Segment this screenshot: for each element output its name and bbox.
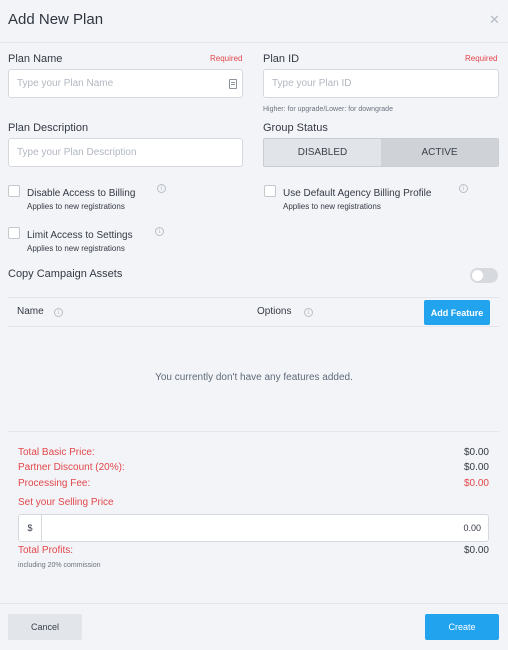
limit-settings-checkbox[interactable] <box>8 227 20 239</box>
cancel-button[interactable]: Cancel <box>8 614 82 640</box>
total-basic-value: $0.00 <box>463 447 489 458</box>
info-icon[interactable]: i <box>155 227 164 236</box>
group-status-label: Group Status <box>263 122 328 134</box>
info-icon[interactable]: i <box>157 184 166 193</box>
partner-discount-value: $0.00 <box>463 462 489 473</box>
total-profits-value: $0.00 <box>463 545 489 556</box>
disable-billing-title: Disable Access to Billing <box>27 188 136 199</box>
plan-name-input[interactable]: Type your Plan Name <box>8 69 243 98</box>
toggle-knob <box>472 270 483 281</box>
plan-name-label: Plan Name <box>8 53 63 65</box>
selling-price-value[interactable]: 0.00 <box>42 515 488 541</box>
total-profits-label: Total Profits: <box>18 545 74 556</box>
plan-name-required: Required <box>210 54 243 63</box>
footer-divider <box>0 603 508 604</box>
status-active-option[interactable]: ACTIVE <box>381 139 498 166</box>
plan-description-label: Plan Description <box>8 122 89 134</box>
default-billing-subtitle: Applies to new registrations <box>283 202 381 211</box>
plan-id-placeholder: Type your Plan ID <box>272 78 352 89</box>
create-button[interactable]: Create <box>425 614 499 640</box>
pricing-divider <box>8 431 499 432</box>
plan-id-required: Required <box>465 54 498 63</box>
disable-billing-checkbox[interactable] <box>8 185 20 197</box>
close-icon[interactable]: ✕ <box>489 12 500 28</box>
header-divider <box>0 42 508 43</box>
processing-fee-value: $0.00 <box>463 478 489 489</box>
info-icon[interactable]: i <box>54 308 63 317</box>
selling-price-input[interactable]: $ 0.00 <box>18 514 489 542</box>
partner-discount-label: Partner Discount (20%): <box>18 462 125 473</box>
currency-prefix: $ <box>19 515 42 541</box>
copy-assets-label: Copy Campaign Assets <box>8 268 123 280</box>
plan-name-placeholder: Type your Plan Name <box>17 78 114 89</box>
add-feature-button[interactable]: Add Feature <box>424 300 490 325</box>
copy-assets-toggle[interactable] <box>470 268 498 283</box>
info-icon[interactable]: i <box>304 308 313 317</box>
input-list-icon <box>229 79 237 89</box>
column-name: Name <box>17 306 44 317</box>
default-billing-title: Use Default Agency Billing Profile <box>283 188 432 199</box>
modal-title: Add New Plan <box>8 11 104 28</box>
plan-id-label: Plan ID <box>263 53 300 65</box>
selling-price-label: Set your Selling Price <box>18 497 114 508</box>
limit-settings-subtitle: Applies to new registrations <box>27 244 125 253</box>
limit-settings-title: Limit Access to Settings <box>27 230 133 241</box>
features-empty-text: You currently don't have any features ad… <box>155 372 353 383</box>
processing-fee-label: Processing Fee: <box>18 478 91 489</box>
status-disabled-option[interactable]: DISABLED <box>264 139 381 166</box>
group-status-toggle[interactable]: DISABLED ACTIVE <box>263 138 499 167</box>
disable-billing-subtitle: Applies to new registrations <box>27 202 125 211</box>
plan-id-input[interactable]: Type your Plan ID <box>263 69 499 98</box>
plan-description-placeholder: Type your Plan Description <box>17 147 137 158</box>
plan-id-hint: Higher: for upgrade/Lower: for downgrade <box>263 106 393 113</box>
plan-description-input[interactable]: Type your Plan Description <box>8 138 243 167</box>
column-options: Options <box>257 306 292 317</box>
default-billing-checkbox[interactable] <box>264 185 276 197</box>
commission-note: including 20% commission <box>18 562 101 569</box>
info-icon[interactable]: i <box>459 184 468 193</box>
total-basic-label: Total Basic Price: <box>18 447 95 458</box>
